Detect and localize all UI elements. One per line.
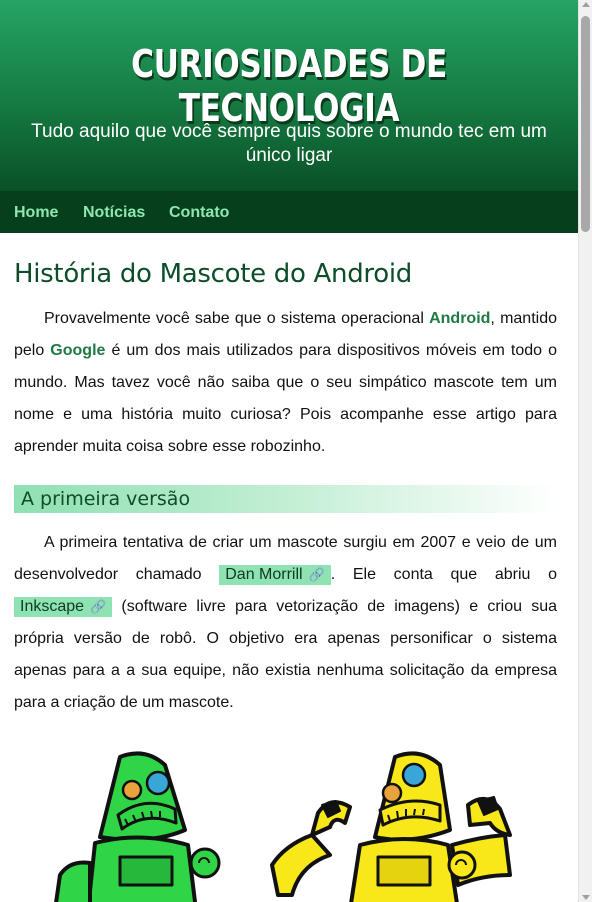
nav-contato-link[interactable]: Contato xyxy=(169,204,229,222)
site-header: CURIOSIDADES DE TECNOLOGIA Tudo aquilo q… xyxy=(0,0,578,233)
nav-home-link[interactable]: Home xyxy=(14,204,58,222)
section-text-2: . Ele conta que abriu o xyxy=(330,566,558,583)
page: CURIOSIDADES DE TECNOLOGIA Tudo aquilo q… xyxy=(0,0,578,902)
yellow-robot xyxy=(270,751,512,902)
nav-noticias-link[interactable]: Notícias xyxy=(83,204,145,222)
inkscape-link[interactable]: Inkscape 🔗 xyxy=(14,597,113,617)
mascot-illustration xyxy=(0,745,578,902)
scroll-up-arrow-icon[interactable] xyxy=(582,2,590,7)
scroll-thumb[interactable] xyxy=(581,16,590,232)
site-title: CURIOSIDADES DE TECNOLOGIA xyxy=(131,42,447,130)
article: História do Mascote do Android Provavelm… xyxy=(0,259,578,719)
link-icon: 🔗 xyxy=(308,567,325,582)
section-heading: A primeira versão xyxy=(14,485,557,513)
inkscape-label: Inkscape xyxy=(20,598,85,615)
section-paragraph: A primeira tentativa de criar um mascote… xyxy=(14,527,557,719)
main-nav: Home Notícias Contato xyxy=(0,191,578,233)
dan-morrill-link[interactable]: Dan Morrill 🔗 xyxy=(219,565,331,585)
site-subtitle: Tudo aquilo que você sempre quis sobre o… xyxy=(31,121,547,166)
android-keyword: Android xyxy=(429,310,491,327)
article-title: História do Mascote do Android xyxy=(14,259,412,289)
intro-text-1: Provavelmente você sabe que o sistema op… xyxy=(44,310,430,327)
google-keyword: Google xyxy=(50,342,106,359)
vertical-scrollbar[interactable] xyxy=(578,0,592,902)
green-robot xyxy=(54,751,221,902)
link-icon: 🔗 xyxy=(90,599,107,614)
dan-morrill-label: Dan Morrill xyxy=(225,566,303,583)
scroll-down-arrow-icon[interactable] xyxy=(582,895,590,900)
mascot-drawings xyxy=(54,751,512,902)
intro-paragraph: Provavelmente você sabe que o sistema op… xyxy=(14,303,557,463)
